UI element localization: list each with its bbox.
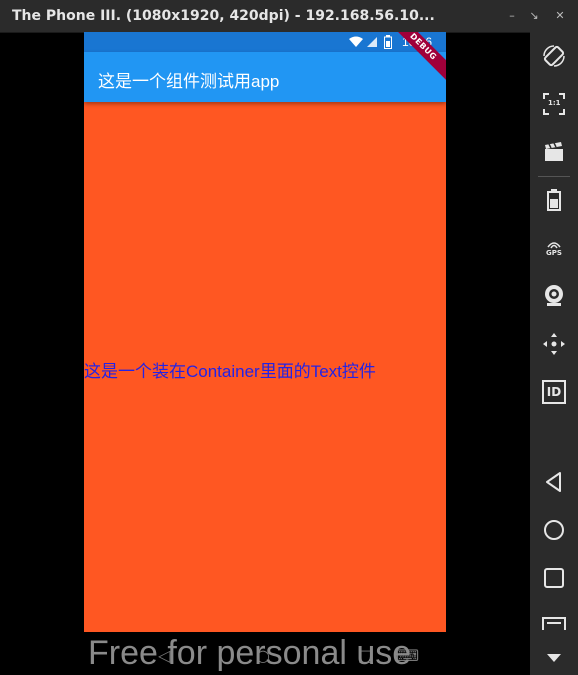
close-icon[interactable]: ✕: [552, 8, 568, 24]
back-nav-icon[interactable]: ◁: [158, 646, 170, 665]
id-label: ID: [546, 385, 562, 399]
emulator-window: The Phone III. (1080x1920, 420dpi) - 192…: [0, 0, 578, 675]
battery-icon: [384, 35, 392, 49]
restore-icon[interactable]: ↘: [526, 8, 542, 24]
signal-icon: [367, 37, 377, 47]
rotate-icon[interactable]: [538, 40, 570, 72]
phone-nav-bar: ◁ ○ □ ⌨: [84, 632, 446, 675]
app-bar: 这是一个组件测试用app: [84, 52, 446, 102]
gps-icon[interactable]: GPS: [538, 232, 570, 264]
home-nav-icon[interactable]: ○: [256, 646, 270, 665]
move-icon[interactable]: [538, 328, 570, 360]
fullscreen-icon[interactable]: 1:1: [538, 88, 570, 120]
camera-icon[interactable]: [538, 280, 570, 312]
minimize-icon[interactable]: –: [504, 8, 520, 24]
id-icon[interactable]: ID: [538, 376, 570, 408]
back-icon[interactable]: [538, 466, 570, 498]
status-bar: 10:06: [84, 32, 446, 52]
home-icon[interactable]: [538, 514, 570, 546]
phone-screen[interactable]: 10:06 这是一个组件测试用app DEBUG 这是一个装在Container…: [84, 32, 446, 632]
title-bar: The Phone III. (1080x1920, 420dpi) - 192…: [0, 0, 578, 33]
recents-icon[interactable]: [538, 562, 570, 594]
toolbar-separator: [538, 176, 570, 177]
wifi-icon: [349, 36, 363, 47]
keyboard-icon[interactable]: ⌨: [396, 646, 419, 665]
battery-icon[interactable]: [538, 184, 570, 216]
window-title: The Phone III. (1080x1920, 420dpi) - 192…: [12, 8, 435, 24]
gps-label: GPS: [546, 249, 562, 257]
more-icon[interactable]: [538, 646, 570, 670]
screencast-icon[interactable]: [538, 136, 570, 168]
fullscreen-label: 1:1: [548, 99, 561, 107]
app-bar-title: 这是一个组件测试用app: [98, 72, 280, 91]
emulator-toolbar: 1:1 GPS ID: [530, 32, 578, 675]
menu-icon[interactable]: [538, 610, 570, 630]
recents-nav-icon[interactable]: □: [358, 646, 373, 665]
container-text: 这是一个装在Container里面的Text控件: [84, 362, 376, 381]
